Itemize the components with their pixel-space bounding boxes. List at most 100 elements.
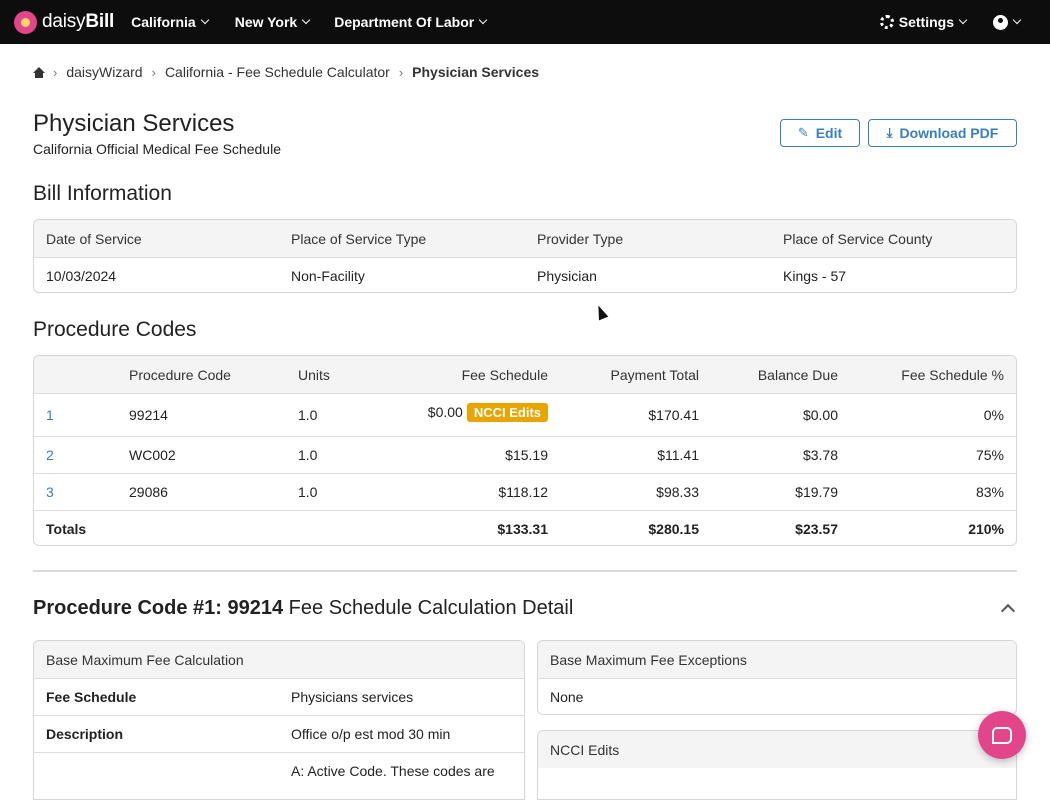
balance-due: $19.79 <box>795 484 838 500</box>
user-circle-icon <box>993 14 1008 30</box>
fee-schedule-cell: $0.00 NCCI Edits <box>428 403 548 422</box>
row-label: Description <box>46 726 124 742</box>
user-menu-dropdown[interactable] <box>993 14 1022 30</box>
gear-icon <box>879 15 894 29</box>
chevron-right-icon: › <box>398 64 404 80</box>
bill-information-heading: Bill Information <box>33 182 172 205</box>
fee-schedule-value: $118.12 <box>498 484 548 500</box>
table-row: A: Active Code. These codes are <box>34 752 524 799</box>
download-button-label: Download PDF <box>899 125 999 141</box>
column-header: Procedure Code <box>129 367 231 383</box>
daisybill-logo[interactable]: daisyBill <box>14 10 115 34</box>
chevron-right-icon: › <box>53 64 58 80</box>
page-subtitle: California Official Medical Fee Schedule <box>33 141 281 157</box>
procedure-codes-table: Procedure Code Units Fee Schedule Paymen… <box>33 355 1017 546</box>
totals-percent: 210% <box>968 521 1004 537</box>
units: 1.0 <box>298 407 318 423</box>
table-header-row: Date of Service Place of Service Type Pr… <box>34 220 1016 257</box>
breadcrumb-daisywizard[interactable]: daisyWizard <box>66 64 142 80</box>
nav-city-dropdown[interactable]: New York <box>234 14 311 30</box>
chevron-down-icon <box>200 15 209 25</box>
column-header: Payment Total <box>610 367 699 383</box>
exceptions-value: None <box>550 689 584 705</box>
totals-row: Totals $133.31 $280.15 $23.57 210% <box>34 510 1016 545</box>
date-of-service: 10/03/2024 <box>46 268 117 284</box>
chevron-down-icon <box>958 15 968 25</box>
totals-payment: $280.15 <box>648 521 699 537</box>
table-row: 10/03/2024 Non-Facility Physician Kings … <box>34 257 1016 292</box>
home-icon[interactable] <box>33 66 45 78</box>
totals-balance: $23.57 <box>795 521 838 537</box>
logo-bill-text: Bill <box>85 11 115 32</box>
fee-schedule-value: $15.19 <box>505 447 548 463</box>
procedure-row-link[interactable]: 1 <box>46 407 54 423</box>
row-value: A: Active Code. These codes are <box>291 763 495 779</box>
chevron-down-icon <box>1012 15 1022 25</box>
table-row: 1 99214 1.0 $0.00 NCCI Edits $170.41 $0.0… <box>34 393 1016 436</box>
chevron-right-icon: › <box>151 64 156 80</box>
column-header: Place of Service County <box>783 231 933 247</box>
daisy-flower-icon <box>14 10 37 34</box>
place-of-service-type: Non-Facility <box>291 268 365 284</box>
column-header: Fee Schedule <box>461 367 548 383</box>
procedure-row-link[interactable]: 2 <box>46 447 54 463</box>
row-value: Physicians services <box>291 689 414 705</box>
units: 1.0 <box>298 484 318 500</box>
fee-schedule-percent: 0% <box>983 407 1004 423</box>
edit-icon: ✎ <box>797 125 809 140</box>
payment-total: $170.41 <box>648 407 699 423</box>
fee-schedule-percent: 83% <box>975 484 1004 500</box>
procedure-code: 99214 <box>129 407 168 423</box>
section-divider <box>33 570 1017 572</box>
procedure-codes-heading: Procedure Codes <box>33 318 197 341</box>
card-title: Base Maximum Fee Calculation <box>46 652 244 668</box>
breadcrumb: › daisyWizard › California - Fee Schedul… <box>33 64 539 80</box>
chevron-down-icon <box>301 15 311 25</box>
card-title: NCCI Edits <box>550 742 620 758</box>
column-header: Balance Due <box>757 367 838 383</box>
balance-due: $0.00 <box>802 407 838 423</box>
procedure-detail-heading: Procedure Code #1: 99214 Fee Schedule Ca… <box>33 597 573 620</box>
card-header: Base Maximum Fee Calculation <box>34 641 524 678</box>
card-title: Base Maximum Fee Exceptions <box>550 652 747 668</box>
breadcrumb-calculator[interactable]: California - Fee Schedule Calculator <box>165 64 390 80</box>
fee-schedule-value: $0.00 <box>427 404 463 420</box>
base-maximum-fee-card: Base Maximum Fee Calculation Fee Schedul… <box>33 640 525 800</box>
breadcrumb-current: Physician Services <box>412 64 540 80</box>
column-header: Units <box>298 367 330 383</box>
nav-agency-label: Department Of Labor <box>334 14 475 30</box>
detail-title-bold: Procedure Code #1: 99214 <box>33 597 284 619</box>
totals-label: Totals <box>46 521 87 537</box>
bill-information-table: Date of Service Place of Service Type Pr… <box>33 219 1017 293</box>
row-label: Fee Schedule <box>46 689 137 705</box>
table-row: None <box>538 678 1016 714</box>
download-pdf-button[interactable]: ⤓ Download PDF <box>868 119 1017 147</box>
edit-button[interactable]: ✎ Edit <box>780 119 860 147</box>
column-header: Fee Schedule % <box>901 367 1004 383</box>
table-row: Fee Schedule Physicians services <box>34 678 524 715</box>
chat-launcher-button[interactable] <box>978 711 1026 759</box>
card-header: Base Maximum Fee Exceptions <box>538 641 1016 678</box>
table-row: Description Office o/p est mod 30 min <box>34 715 524 752</box>
procedure-row-link[interactable]: 3 <box>46 484 54 500</box>
ncci-edits-badge[interactable]: NCCI Edits <box>466 403 548 422</box>
balance-due: $3.78 <box>802 447 838 463</box>
units: 1.0 <box>298 447 318 463</box>
nav-city-label: New York <box>234 14 298 30</box>
nav-state-dropdown[interactable]: California <box>131 14 209 30</box>
totals-fee-schedule: $133.31 <box>497 521 548 537</box>
payment-total: $98.33 <box>656 484 699 500</box>
fee-exceptions-card: Base Maximum Fee Exceptions None <box>537 640 1017 715</box>
settings-label: Settings <box>898 14 954 30</box>
table-row: 2 WC002 1.0 $15.19 $11.41 $3.78 75% <box>34 436 1016 473</box>
card-header: NCCI Edits <box>538 731 1016 768</box>
logo-daisy-text: daisy <box>42 11 86 32</box>
detail-title-rest: Fee Schedule Calculation Detail <box>283 597 574 619</box>
nav-agency-dropdown[interactable]: Department Of Labor <box>334 14 488 30</box>
top-navbar: daisyBill California New York Department… <box>0 0 1050 44</box>
procedure-code: 29086 <box>129 484 168 500</box>
nav-state-label: California <box>131 14 196 30</box>
settings-dropdown[interactable]: Settings <box>879 14 968 30</box>
row-value: Office o/p est mod 30 min <box>291 726 451 742</box>
ncci-edits-card: NCCI Edits <box>537 730 1017 800</box>
